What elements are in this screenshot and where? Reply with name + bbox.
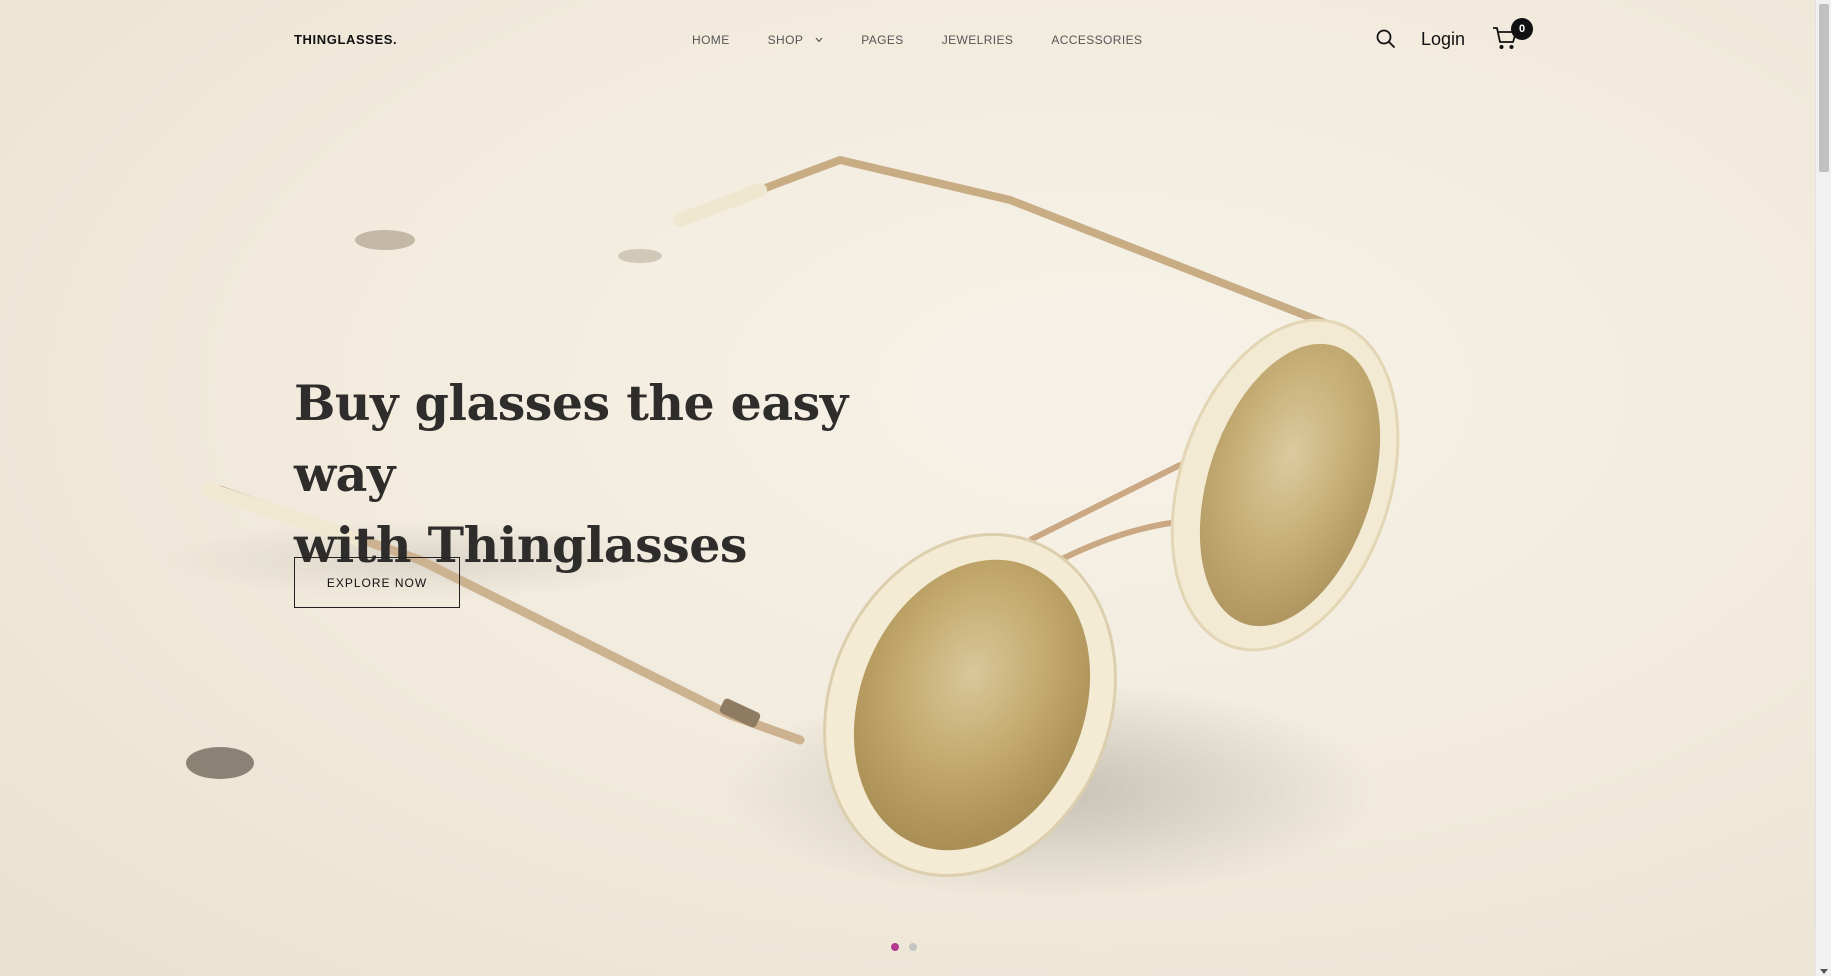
page: THINGLASSES. HOME SHOP PAGES JEWELRIES A…: [0, 0, 1831, 976]
hero-title-line-1: Buy glasses the easy way: [294, 374, 848, 503]
header-actions: Login 0: [1375, 18, 1534, 56]
nav-item-label: SHOP: [767, 33, 804, 47]
hero-title: Buy glasses the easy way with Thinglasse…: [294, 368, 914, 581]
nav-item-shop[interactable]: SHOP: [768, 33, 824, 47]
slide-dot-2[interactable]: [909, 943, 917, 951]
main-nav: HOME SHOP PAGES JEWELRIES ACCESSORIES: [692, 33, 1180, 47]
site-header: THINGLASSES. HOME SHOP PAGES JEWELRIES A…: [0, 0, 1815, 80]
nav-item-jewelries[interactable]: JEWELRIES: [942, 33, 1014, 47]
nav-item-home[interactable]: HOME: [692, 33, 730, 47]
slider-pagination: [891, 943, 927, 951]
nav-item-pages[interactable]: PAGES: [861, 33, 903, 47]
nav-item-label: HOME: [692, 33, 730, 47]
cart-icon: [1491, 27, 1519, 56]
search-icon[interactable]: [1375, 28, 1397, 50]
scrollbar[interactable]: [1815, 0, 1831, 976]
explore-now-button[interactable]: EXPLORE NOW: [294, 557, 460, 608]
chevron-down-icon: [815, 37, 823, 43]
slide-dot-1[interactable]: [891, 943, 899, 951]
nav-item-label: ACCESSORIES: [1051, 33, 1143, 47]
login-link[interactable]: Login: [1421, 29, 1465, 50]
scrollbar-thumb[interactable]: [1819, 4, 1829, 172]
cart-count-badge: 0: [1511, 18, 1534, 40]
cart-button[interactable]: 0: [1491, 18, 1534, 56]
nav-item-accessories[interactable]: ACCESSORIES: [1051, 33, 1142, 47]
scroll-down-arrow-icon[interactable]: [1820, 969, 1828, 974]
site-logo[interactable]: THINGLASSES.: [294, 32, 397, 47]
nav-item-label: PAGES: [861, 33, 904, 47]
nav-item-label: JEWELRIES: [941, 33, 1014, 47]
